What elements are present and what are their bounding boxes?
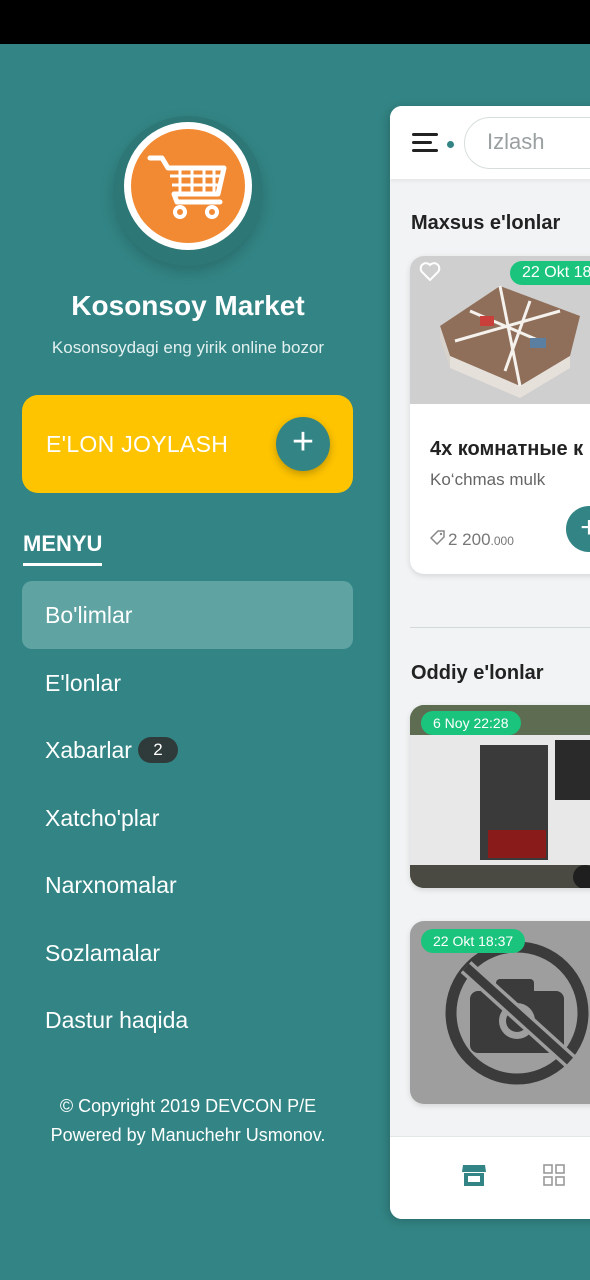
add-icon[interactable]: +	[566, 506, 590, 552]
app-tagline: Kosonsoydagi eng yirik online bozor	[51, 338, 325, 357]
search-input[interactable]: Izlash	[464, 117, 590, 169]
menu-item-settings[interactable]: Sozlamalar	[22, 919, 353, 987]
ad-title: 4x комнатные к	[430, 438, 584, 460]
section-divider	[410, 627, 590, 628]
store-icon[interactable]	[461, 1163, 487, 1187]
regular-ad-card[interactable]: 22 Okt 18:37	[410, 921, 590, 1104]
grid-icon[interactable]	[543, 1164, 565, 1186]
copyright: © Copyright 2019 DEVCON P/E Powered by M…	[0, 1092, 376, 1150]
menu-item-sections[interactable]: Bo'limlar	[22, 581, 353, 649]
post-ad-label: E'LON JOYLASH	[46, 431, 229, 457]
heart-icon[interactable]	[419, 262, 441, 282]
special-ads-title: Maxsus e'lonlar	[411, 212, 561, 234]
menu-icon[interactable]	[412, 133, 442, 153]
ad-category: Ko‘chmas mulk	[430, 470, 546, 489]
price-fraction: .000	[490, 534, 514, 548]
ad-price: 2 200 .000	[430, 530, 514, 550]
notification-dot	[447, 141, 454, 148]
navigation-drawer: Kosonsoy Market Kosonsoydagi eng yirik o…	[0, 44, 376, 1280]
price-value: 2 200	[448, 530, 491, 549]
menu-item-label: Sozlamalar	[45, 939, 161, 966]
shopping-cart-logo	[124, 122, 252, 250]
menu-item-label: E'lonlar	[45, 669, 121, 696]
menu-item-messages[interactable]: Xabarlar 2	[22, 716, 353, 784]
special-ad-card[interactable]: 22 Okt 18 4x комнатные к Ko‘chmas mulk 2…	[410, 256, 590, 574]
date-badge: 6 Noy 22:28	[421, 711, 521, 735]
menu-item-prices[interactable]: Narxnomalar	[22, 851, 353, 919]
regular-ad-card[interactable]: 6 Noy 22:28	[410, 705, 590, 888]
no-photo-icon	[445, 941, 589, 1085]
price-tag-icon	[430, 530, 445, 545]
date-badge: 22 Okt 18:37	[421, 929, 526, 953]
menu-item-ads[interactable]: E'lonlar	[22, 649, 353, 717]
shopping-cart-icon	[147, 155, 227, 219]
regular-ads-title: Oddiy e'lonlar	[411, 662, 544, 684]
menu-item-label: Xatcho'plar	[45, 804, 160, 831]
unread-count-badge: 2	[137, 737, 178, 763]
menu-item-label: Dastur haqida	[45, 1006, 189, 1033]
menu-heading: MENYU	[23, 531, 103, 566]
copyright-line: © Copyright 2019 DEVCON P/E	[59, 1096, 317, 1116]
status-bar	[0, 0, 590, 44]
main-screen: Izlash Maxsus e'lonlar 22 Okt 18 4x комн…	[390, 106, 590, 1219]
app-name: Kosonsoy Market	[71, 290, 305, 321]
plus-icon: +	[276, 417, 330, 471]
post-ad-button[interactable]: E'LON JOYLASH +	[22, 395, 353, 493]
menu-item-label: Xabarlar	[45, 736, 132, 763]
powered-by-line: Powered by Manuchehr Usmonov.	[50, 1125, 326, 1145]
bottom-navigation	[390, 1136, 590, 1219]
top-app-bar: Izlash	[390, 106, 590, 179]
menu-item-bookmarks[interactable]: Xatcho'plar	[22, 784, 353, 852]
date-badge: 22 Okt 18	[510, 261, 590, 285]
menu-item-label: Bo'limlar	[45, 601, 133, 628]
menu-item-about[interactable]: Dastur haqida	[22, 986, 353, 1054]
menu-item-label: Narxnomalar	[45, 871, 177, 898]
